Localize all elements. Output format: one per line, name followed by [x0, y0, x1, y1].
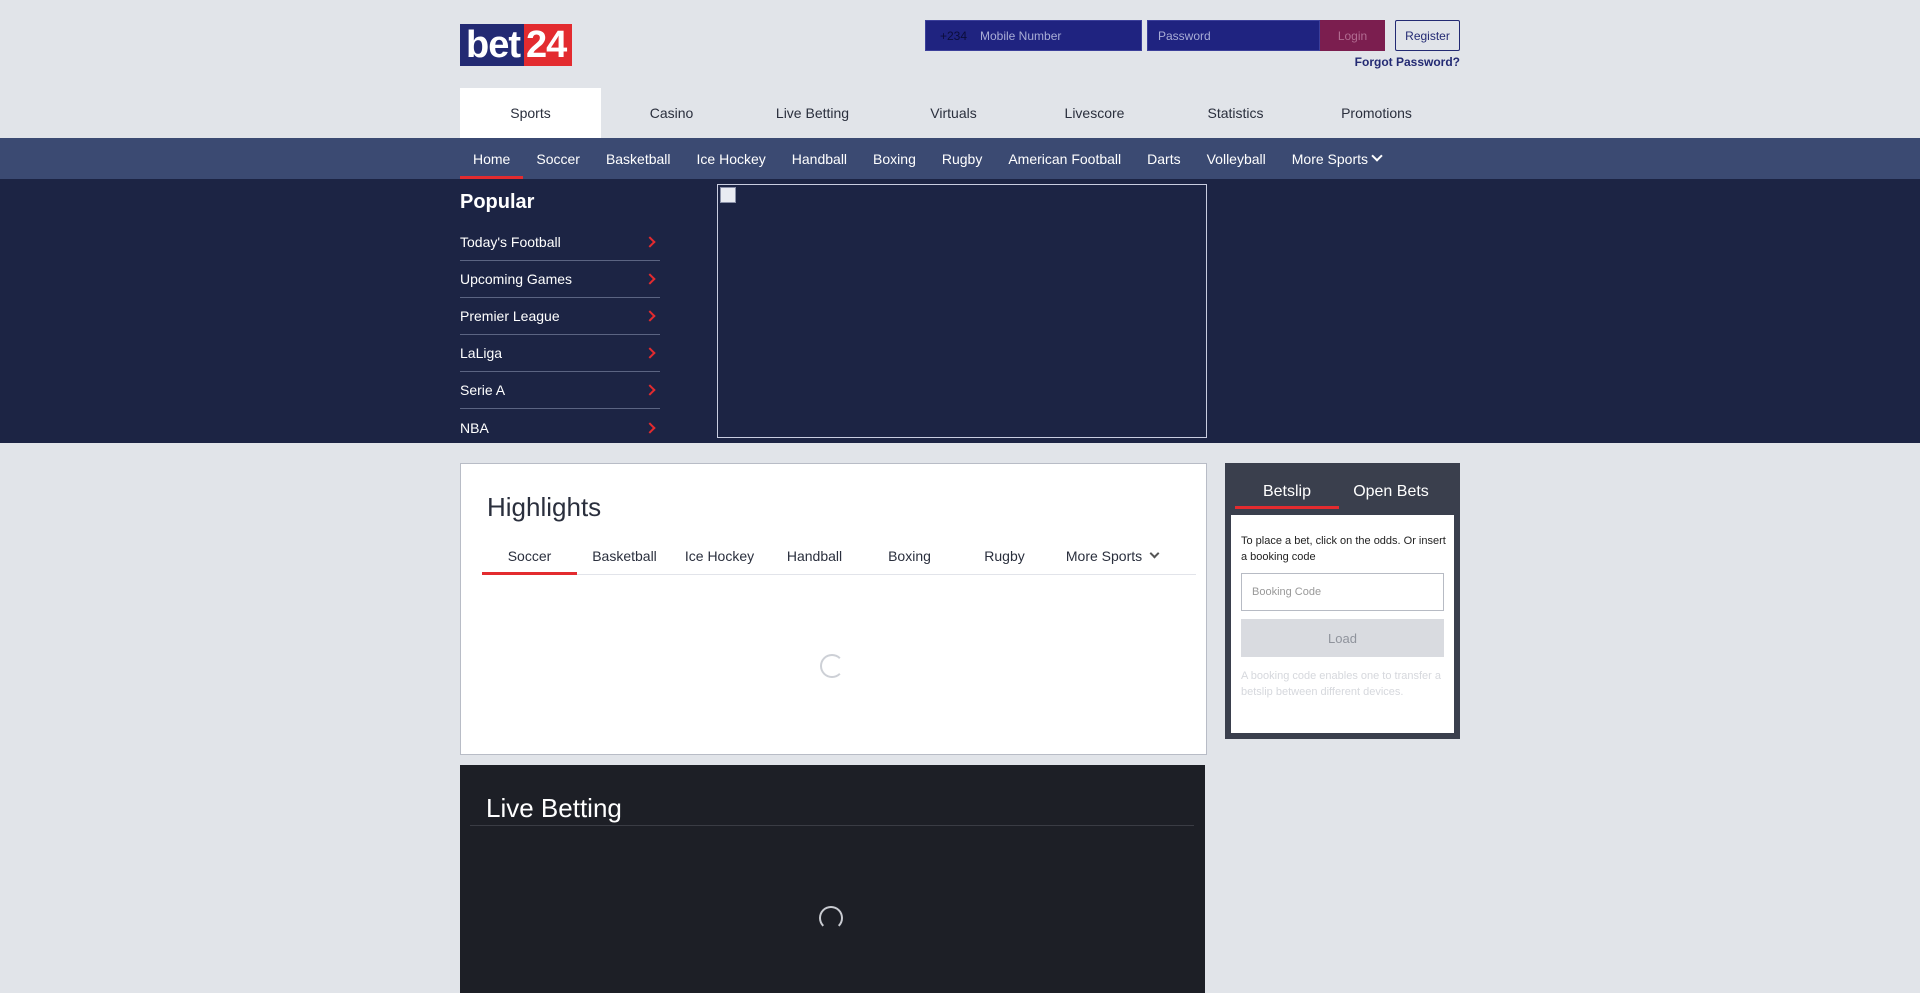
sub-nav-soccer[interactable]: Soccer — [523, 138, 593, 179]
sub-nav-volleyball[interactable]: Volleyball — [1194, 138, 1279, 179]
betslip-panel: Betslip Open Bets To place a bet, click … — [1225, 463, 1460, 739]
forgot-password-link[interactable]: Forgot Password? — [1340, 55, 1460, 69]
betslip-body: To place a bet, click on the odds. Or in… — [1231, 515, 1454, 733]
sub-nav-ice-hockey[interactable]: Ice Hockey — [684, 138, 779, 179]
logo-text-24: 24 — [524, 24, 573, 66]
live-betting-panel: Live Betting — [460, 765, 1205, 993]
popular-item-laliga[interactable]: LaLiga — [460, 335, 660, 372]
popular-item-serie-a[interactable]: Serie A — [460, 372, 660, 409]
top-nav-promotions[interactable]: Promotions — [1306, 88, 1447, 138]
popular-item-label: Today's Football — [460, 234, 561, 250]
top-nav-statistics[interactable]: Statistics — [1165, 88, 1306, 138]
sub-nav-home[interactable]: Home — [460, 138, 524, 179]
bet24-logo[interactable]: bet 24 — [460, 24, 590, 66]
top-nav-livescore[interactable]: Livescore — [1024, 88, 1165, 138]
chevron-down-icon — [1371, 150, 1383, 162]
popular-item-nba[interactable]: NBA — [460, 409, 660, 446]
chevron-right-icon — [644, 273, 656, 285]
popular-heading: Popular — [460, 191, 535, 213]
chevron-right-icon — [644, 236, 656, 248]
top-nav: Sports Casino Live Betting Virtuals Live… — [460, 88, 1447, 138]
chevron-right-icon — [644, 421, 656, 434]
mobile-number-field[interactable]: +234 — [925, 20, 1142, 51]
sub-nav-american-football[interactable]: American Football — [995, 138, 1134, 179]
popular-item-label: Upcoming Games — [460, 271, 573, 287]
popular-list: Today's Football Upcoming Games Premier … — [460, 224, 660, 446]
sub-nav-rugby[interactable]: Rugby — [929, 138, 995, 179]
mobile-number-input[interactable] — [980, 28, 1135, 43]
chevron-right-icon — [644, 384, 656, 396]
popular-item-premier-league[interactable]: Premier League — [460, 298, 660, 335]
tab-rugby[interactable]: Rugby — [957, 537, 1052, 574]
sub-nav-basketball[interactable]: Basketball — [593, 138, 684, 179]
loading-spinner-icon — [820, 654, 844, 678]
popular-item-label: LaLiga — [460, 345, 503, 361]
chevron-right-icon — [644, 310, 656, 322]
login-button[interactable]: Login — [1320, 20, 1385, 51]
popular-item-upcoming-games[interactable]: Upcoming Games — [460, 261, 660, 298]
register-button[interactable]: Register — [1395, 20, 1460, 51]
divider — [470, 825, 1194, 826]
top-nav-virtuals[interactable]: Virtuals — [883, 88, 1024, 138]
broken-image-icon — [720, 187, 736, 203]
tab-handball[interactable]: Handball — [767, 537, 862, 574]
password-field[interactable] — [1147, 20, 1320, 51]
popular-item-todays-football[interactable]: Today's Football — [460, 224, 660, 261]
chevron-down-icon — [1149, 548, 1160, 559]
top-nav-live-betting[interactable]: Live Betting — [742, 88, 883, 138]
popular-item-label: Serie A — [460, 382, 506, 398]
sub-nav-handball[interactable]: Handball — [779, 138, 860, 179]
top-nav-casino[interactable]: Casino — [601, 88, 742, 138]
booking-code-input[interactable] — [1241, 573, 1444, 611]
popular-item-label: Premier League — [460, 308, 560, 324]
loading-spinner-icon — [819, 906, 843, 930]
logo-text-bet: bet — [460, 24, 524, 66]
tab-boxing[interactable]: Boxing — [862, 537, 957, 574]
highlights-tabs: Soccer Basketball Ice Hockey Handball Bo… — [482, 537, 1196, 575]
load-button[interactable]: Load — [1241, 619, 1444, 657]
tab-ice-hockey[interactable]: Ice Hockey — [672, 537, 767, 574]
top-nav-sports[interactable]: Sports — [460, 88, 601, 138]
live-betting-title: Live Betting — [486, 793, 622, 823]
popular-item-label: NBA — [460, 419, 489, 436]
tab-more-sports[interactable]: More Sports — [1052, 537, 1172, 574]
booking-code-note: A booking code enables one to transfer a… — [1241, 670, 1441, 698]
sub-nav-more-sports[interactable]: More Sports — [1279, 138, 1394, 179]
hero-section: Popular Today's Football Upcoming Games … — [0, 179, 1920, 443]
password-input[interactable] — [1158, 28, 1313, 43]
more-sports-label: More Sports — [1065, 547, 1143, 564]
tab-open-bets[interactable]: Open Bets — [1339, 478, 1443, 506]
highlights-title: Highlights — [487, 492, 602, 522]
betslip-tabs: Betslip Open Bets — [1235, 478, 1443, 509]
sports-sub-nav: Home Soccer Basketball Ice Hockey Handba… — [0, 138, 1920, 179]
highlights-panel: Highlights Soccer Basketball Ice Hockey … — [460, 463, 1207, 755]
sub-nav-boxing[interactable]: Boxing — [860, 138, 929, 179]
tab-betslip[interactable]: Betslip — [1235, 478, 1339, 509]
tab-basketball[interactable]: Basketball — [577, 537, 672, 574]
more-sports-label: More Sports — [1291, 150, 1369, 167]
promo-banner[interactable] — [717, 184, 1207, 438]
betslip-info-text: To place a bet, click on the odds. Or in… — [1241, 535, 1446, 563]
country-code-prefix: +234 — [940, 28, 968, 43]
tab-soccer[interactable]: Soccer — [482, 537, 577, 575]
chevron-right-icon — [644, 347, 656, 359]
sub-nav-darts[interactable]: Darts — [1134, 138, 1193, 179]
